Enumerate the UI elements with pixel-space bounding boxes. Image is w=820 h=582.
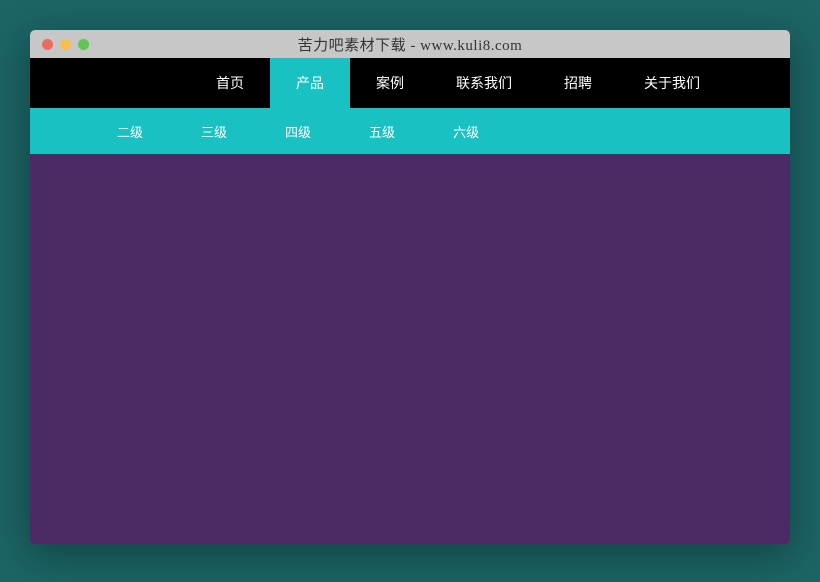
window-controls <box>30 39 89 50</box>
nav-item-jobs[interactable]: 招聘 <box>538 58 618 108</box>
app-window: 苦力吧素材下载 - www.kuli8.com 首页 产品 案例 联系我们 招聘… <box>30 30 790 544</box>
subnav-item-level2[interactable]: 二级 <box>88 122 172 141</box>
subnav-item-level3[interactable]: 三级 <box>172 122 256 141</box>
main-nav: 首页 产品 案例 联系我们 招聘 关于我们 <box>30 58 790 108</box>
nav-item-cases[interactable]: 案例 <box>350 58 430 108</box>
subnav-item-level6[interactable]: 六级 <box>424 122 508 141</box>
minimize-icon[interactable] <box>60 39 71 50</box>
nav-item-product[interactable]: 产品 <box>270 58 350 108</box>
content-area <box>30 154 790 544</box>
nav-item-about[interactable]: 关于我们 <box>618 58 726 108</box>
nav-item-home[interactable]: 首页 <box>190 58 270 108</box>
nav-item-contact[interactable]: 联系我们 <box>430 58 538 108</box>
close-icon[interactable] <box>42 39 53 50</box>
titlebar: 苦力吧素材下载 - www.kuli8.com <box>30 30 790 58</box>
subnav-item-level5[interactable]: 五级 <box>340 122 424 141</box>
sub-nav: 二级 三级 四级 五级 六级 <box>30 108 790 154</box>
subnav-item-level4[interactable]: 四级 <box>256 122 340 141</box>
window-title: 苦力吧素材下载 - www.kuli8.com <box>30 34 790 55</box>
maximize-icon[interactable] <box>78 39 89 50</box>
